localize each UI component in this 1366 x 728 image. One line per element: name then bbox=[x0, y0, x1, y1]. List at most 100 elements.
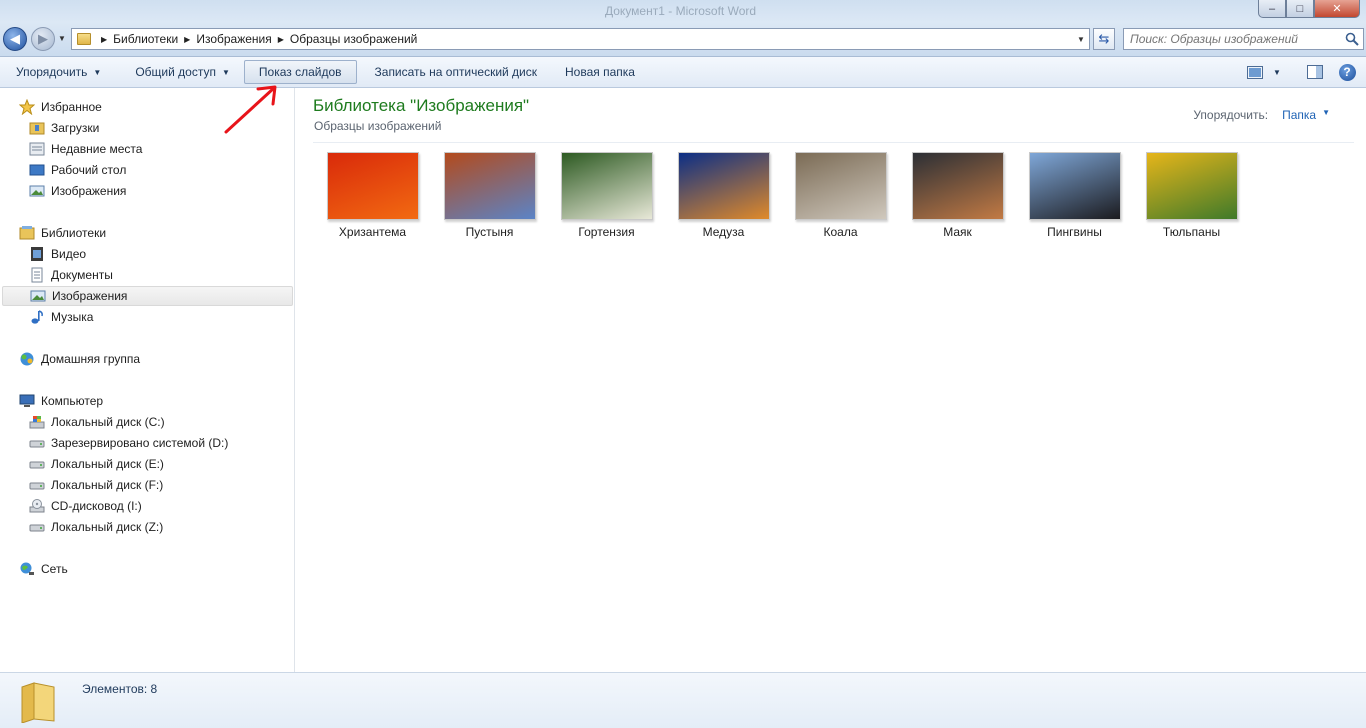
nav-recent-places[interactable]: Недавние места bbox=[29, 139, 142, 159]
file-item[interactable]: Маяк bbox=[899, 152, 1016, 239]
file-item[interactable]: Гортензия bbox=[548, 152, 665, 239]
file-item[interactable]: Медуза bbox=[665, 152, 782, 239]
slideshow-button[interactable]: Показ слайдов bbox=[243, 60, 357, 84]
recent-pages-dropdown[interactable]: ▼ bbox=[58, 34, 66, 43]
preview-pane-button[interactable] bbox=[1304, 61, 1326, 83]
nav-network[interactable]: Сеть bbox=[19, 559, 68, 579]
file-item[interactable]: Пингвины bbox=[1016, 152, 1133, 239]
nav-drive-c[interactable]: Локальный диск (C:) bbox=[29, 412, 165, 432]
nav-computer[interactable]: Компьютер bbox=[19, 391, 103, 411]
search-input[interactable] bbox=[1130, 32, 1340, 46]
help-icon: ? bbox=[1338, 63, 1356, 81]
nav-music[interactable]: Музыка bbox=[29, 307, 93, 327]
cd-drive-icon bbox=[29, 498, 45, 514]
file-name: Хризантема bbox=[338, 225, 407, 239]
view-controls: ▼ ? bbox=[1238, 61, 1358, 83]
nav-favorites-pictures[interactable]: Изображения bbox=[29, 181, 126, 201]
downloads-folder-icon bbox=[29, 120, 45, 136]
address-bar[interactable]: ▶ Библиотеки ▶ Изображения ▶ Образцы изо… bbox=[71, 28, 1090, 50]
file-item[interactable]: Пустыня bbox=[431, 152, 548, 239]
nav-libraries[interactable]: Библиотеки bbox=[19, 223, 106, 243]
drive-icon bbox=[29, 477, 45, 493]
nav-pictures[interactable]: Изображения bbox=[2, 286, 293, 306]
organize-button[interactable]: Упорядочить ▼ bbox=[6, 60, 111, 84]
arrange-by: Упорядочить: Папка ▼ bbox=[1193, 108, 1330, 122]
computer-icon bbox=[19, 393, 35, 409]
nav-desktop[interactable]: Рабочий стол bbox=[29, 160, 126, 180]
nav-homegroup[interactable]: Домашняя группа bbox=[19, 349, 140, 369]
share-button[interactable]: Общий доступ ▼ bbox=[125, 60, 240, 84]
nav-drive-f[interactable]: Локальный диск (F:) bbox=[29, 475, 163, 495]
star-icon bbox=[19, 99, 35, 115]
libraries-icon bbox=[19, 225, 35, 241]
folder-icon bbox=[21, 682, 55, 723]
view-options-dropdown[interactable]: ▼ bbox=[1266, 61, 1288, 83]
desktop-icon bbox=[29, 162, 45, 178]
file-name: Тюльпаны bbox=[1162, 225, 1221, 239]
chevron-right-icon[interactable]: ▶ bbox=[101, 35, 107, 44]
image-thumbnail bbox=[911, 152, 1004, 220]
navigation-pane: Избранное Загрузки Недавние места Рабочи… bbox=[0, 88, 295, 672]
chevron-down-icon[interactable]: ▼ bbox=[1322, 108, 1330, 122]
file-name: Медуза bbox=[702, 225, 745, 239]
image-thumbnail bbox=[1145, 152, 1238, 220]
arrow-left-icon: ◀ bbox=[10, 31, 20, 46]
maximize-button[interactable]: □ bbox=[1286, 0, 1314, 18]
recent-places-icon bbox=[29, 141, 45, 157]
nav-drive-e[interactable]: Локальный диск (E:) bbox=[29, 454, 164, 474]
drive-icon bbox=[29, 456, 45, 472]
file-name: Коала bbox=[823, 225, 858, 239]
chevron-right-icon[interactable]: ▶ bbox=[184, 35, 190, 44]
drive-icon bbox=[29, 435, 45, 451]
breadcrumb-libraries[interactable]: Библиотеки bbox=[113, 32, 178, 46]
image-thumbnail bbox=[326, 152, 419, 220]
address-history-dropdown[interactable]: ▼ bbox=[1073, 29, 1089, 49]
breadcrumb-pictures[interactable]: Изображения bbox=[196, 32, 271, 46]
chevron-down-icon: ▼ bbox=[93, 67, 102, 77]
file-name: Гортензия bbox=[578, 225, 635, 239]
file-item[interactable]: Коала bbox=[782, 152, 899, 239]
close-button[interactable]: ✕ bbox=[1314, 0, 1360, 18]
burn-to-disc-button[interactable]: Записать на оптический диск bbox=[365, 60, 548, 84]
command-bar: Упорядочить ▼ Общий доступ ▼ Показ слайдов… bbox=[0, 57, 1366, 88]
drive-icon bbox=[29, 519, 45, 535]
pictures-icon bbox=[30, 288, 46, 304]
nav-favorites[interactable]: Избранное bbox=[19, 97, 102, 117]
arrange-label: Упорядочить: bbox=[1193, 108, 1269, 122]
help-button[interactable]: ? bbox=[1336, 61, 1358, 83]
network-icon bbox=[19, 561, 35, 577]
nav-drive-d[interactable]: Зарезервировано системой (D:) bbox=[29, 433, 228, 453]
nav-downloads[interactable]: Загрузки bbox=[29, 118, 99, 138]
library-subtitle: Образцы изображений bbox=[314, 119, 442, 133]
new-folder-button[interactable]: Новая папка bbox=[555, 60, 645, 84]
library-title: Библиотека "Изображения" bbox=[313, 96, 530, 115]
image-thumbnail bbox=[677, 152, 770, 220]
refresh-button[interactable]: ⇆ bbox=[1093, 28, 1115, 50]
back-button[interactable]: ◀ bbox=[3, 27, 27, 51]
nav-documents[interactable]: Документы bbox=[29, 265, 113, 285]
folder-icon bbox=[77, 33, 91, 45]
forward-button[interactable]: ▶ bbox=[31, 27, 55, 51]
status-bar: Элементов: 8 bbox=[0, 672, 1366, 728]
nav-video[interactable]: Видео bbox=[29, 244, 86, 264]
chevron-down-icon: ▼ bbox=[221, 67, 230, 77]
documents-icon bbox=[29, 267, 45, 283]
breadcrumb-sample-pictures[interactable]: Образцы изображений bbox=[290, 32, 417, 46]
image-thumbnail bbox=[443, 152, 536, 220]
file-name: Пустыня bbox=[465, 225, 514, 239]
search-box[interactable] bbox=[1123, 28, 1364, 50]
image-thumbnail bbox=[794, 152, 887, 220]
chevron-right-icon[interactable]: ▶ bbox=[278, 35, 284, 44]
content-pane: Библиотека "Изображения" Образцы изображ… bbox=[296, 88, 1366, 672]
arrange-by-dropdown[interactable]: Папка bbox=[1282, 108, 1316, 122]
video-icon bbox=[29, 246, 45, 262]
minimize-button[interactable]: – bbox=[1258, 0, 1286, 18]
nav-cd-drive[interactable]: CD-дисковод (I:) bbox=[29, 496, 142, 516]
file-item[interactable]: Тюльпаны bbox=[1133, 152, 1250, 239]
homegroup-icon bbox=[19, 351, 35, 367]
nav-drive-z[interactable]: Локальный диск (Z:) bbox=[29, 517, 163, 537]
file-item[interactable]: Хризантема bbox=[314, 152, 431, 239]
divider bbox=[313, 142, 1354, 143]
change-view-button[interactable] bbox=[1244, 61, 1266, 83]
refresh-icon: ⇆ bbox=[1098, 31, 1110, 46]
